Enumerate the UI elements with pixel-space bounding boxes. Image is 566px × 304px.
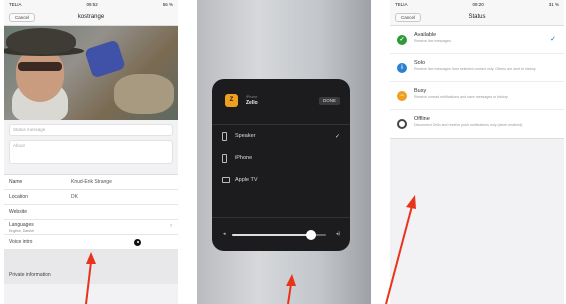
checkmark-icon: ✓ [334,133,340,140]
status-option-offline[interactable]: Offline Disconnect Zello and receive pus… [390,110,564,138]
page-title: kostrange [77,14,105,20]
status-description: Receive unread notifications and save me… [414,95,509,99]
status-title: Offline [414,116,430,122]
volume-knob[interactable] [305,230,316,240]
volume-track[interactable] [232,230,326,240]
section-header: Private information [4,250,178,284]
row-label: Location [9,194,28,200]
photo-face [16,50,64,102]
device-label: iPhone [235,155,253,161]
row-name[interactable]: Name Knud-Erik Strange [4,175,178,190]
status-title: Available [414,32,437,38]
section-title: Private information [9,272,51,278]
check-circle-icon: ✓ [397,35,407,45]
row-value: Knud-Erik Strange [71,179,112,185]
panel-header: Z iPhone Zello DONE [212,79,350,125]
device-speaker[interactable]: Speaker ✓ [212,125,350,147]
status-description: Receive live messages. [414,39,452,43]
apple-tv-icon [222,177,230,183]
volume-high-icon: ◂) [335,231,340,237]
selected-checkmark-icon: ✓ [550,36,556,43]
device-iphone[interactable]: iPhone [212,147,350,169]
photo-backpack [84,39,126,79]
status-option-solo[interactable]: i Solo Receive live messages from select… [390,54,564,82]
speaker-icon [222,131,227,141]
volume-low-icon: ◂ [223,231,226,237]
row-value: DK [71,194,78,200]
photo-glasses [18,62,62,71]
photo-rock [114,74,174,114]
page-title: Status [468,14,486,20]
nav-bar: Cancel Status [390,9,564,26]
profile-screen: TELIA 09:52 56 % Cancel kostrange Status… [4,0,178,304]
zello-app-icon: Z [225,94,238,107]
info-circle-icon: i [397,63,407,73]
status-title: Solo [414,60,426,66]
device-label: Apple TV [235,177,258,183]
row-label: Website [9,209,27,215]
device-label: Speaker [235,133,256,139]
photo-hat [6,28,76,54]
offline-ring-icon [397,119,407,129]
battery-label: 56 % [162,2,173,7]
profile-photo[interactable] [4,26,178,120]
carrier-label: TELIA [395,2,408,7]
nav-bar: Cancel kostrange [4,9,178,26]
row-label: Languages [9,222,34,228]
status-option-available[interactable]: ✓ Available Receive live messages. ✓ [390,26,564,54]
app-name: Zello [246,100,258,106]
status-description: Disconnect Zello and receive push notifi… [414,123,524,127]
status-options: ✓ Available Receive live messages. ✓ i S… [390,26,564,139]
device-apple-tv[interactable]: Apple TV [212,169,350,191]
status-bar: TELIA 09:52 56 % [4,0,178,9]
audio-output-panel: Z iPhone Zello DONE Speaker ✓ iPhone App… [212,79,350,251]
cancel-button[interactable]: Cancel [395,13,422,22]
minus-circle-icon: − [397,91,407,101]
volume-fill [232,234,311,236]
carrier-label: TELIA [9,2,22,7]
battery-label: 31 % [548,2,559,7]
status-title: Busy [414,88,427,94]
status-screen: TELIA 09:20 31 % Cancel Status ✓ Availab… [390,0,564,304]
row-label: Voice intro [9,239,33,245]
voice-record-icon[interactable] [134,238,141,246]
status-bar: TELIA 09:20 31 % [390,0,564,9]
row-languages[interactable]: Languages English, Danish › [4,220,178,235]
status-message-field[interactable]: Status message [9,124,173,136]
done-button[interactable]: DONE [318,97,340,105]
row-label: Name [9,179,23,185]
row-sub: English, Danish [9,229,34,233]
device-caption: iPhone [246,95,258,99]
cancel-button[interactable]: Cancel [9,13,36,22]
profile-rows: Name Knud-Erik Strange Location DK Websi… [4,174,178,250]
volume-control: ◂ ◂) [212,217,350,251]
row-location[interactable]: Location DK [4,190,178,205]
chevron-right-icon: › [170,223,172,229]
time-label: 09:20 [472,2,484,7]
status-option-busy[interactable]: − Busy Receive unread notifications and … [390,82,564,110]
audio-route-screen: Z iPhone Zello DONE Speaker ✓ iPhone App… [197,0,371,304]
row-website[interactable]: Website [4,205,178,220]
time-label: 09:52 [86,2,98,7]
iphone-icon [222,153,227,163]
row-voice-intro[interactable]: Voice intro [4,235,178,250]
about-field[interactable]: About [9,140,173,164]
status-description: Receive live messages from selected cont… [414,67,537,71]
